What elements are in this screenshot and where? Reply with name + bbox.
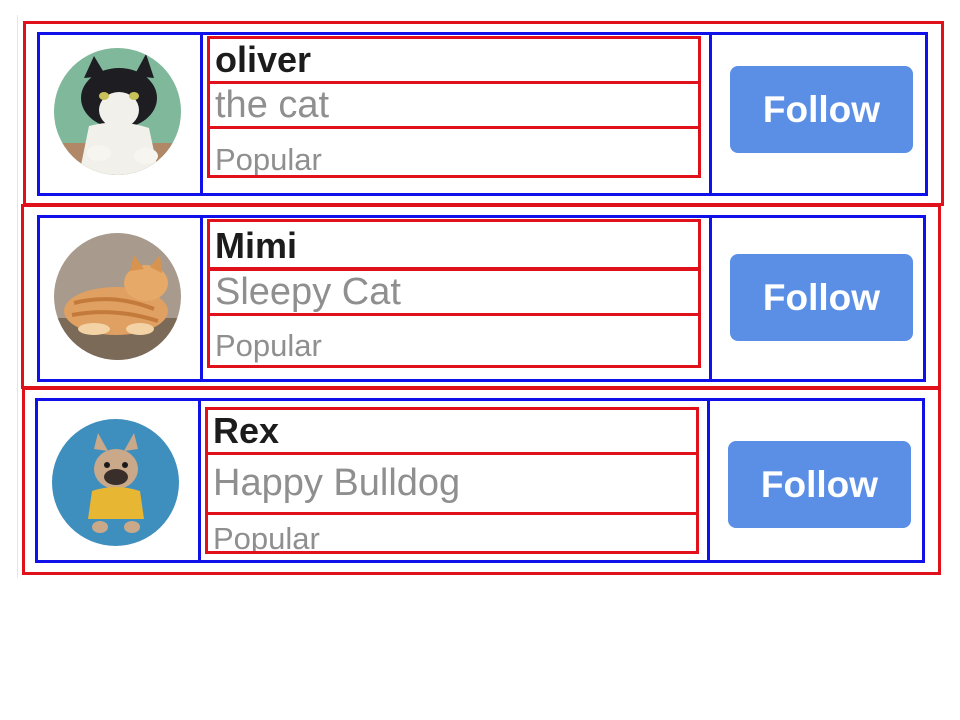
user-info: Rex Happy Bulldog Popular — [201, 401, 710, 560]
avatar-column — [38, 401, 201, 560]
user-subtitle: Happy Bulldog — [213, 462, 461, 504]
follow-button[interactable]: Follow — [730, 66, 913, 153]
user-subtitle: the cat — [215, 84, 330, 126]
user-subtitle-row: Happy Bulldog — [205, 452, 699, 515]
user-badge-row: Popular — [205, 512, 699, 554]
follow-button[interactable]: Follow — [728, 441, 911, 528]
user-name-row: Mimi — [207, 219, 701, 271]
user-subtitle-row: Sleepy Cat — [207, 267, 701, 316]
cat-photo-icon — [54, 48, 181, 175]
dog-photo-icon — [52, 419, 179, 546]
follow-button[interactable]: Follow — [730, 254, 913, 341]
user-badge-row: Popular — [207, 126, 701, 178]
user-name-row: Rex — [205, 407, 699, 455]
user-card-content: oliver the cat Popular Follow — [37, 32, 928, 196]
user-list: oliver the cat Popular Follow Mimi Sleep… — [17, 15, 944, 578]
popular-badge: Popular — [215, 328, 322, 363]
user-card-content: Rex Happy Bulldog Popular Follow — [35, 398, 925, 563]
user-subtitle: Sleepy Cat — [215, 271, 401, 313]
avatar — [54, 233, 181, 360]
user-name: Rex — [213, 410, 280, 451]
user-card: Rex Happy Bulldog Popular Follow — [22, 387, 941, 575]
avatar — [54, 48, 181, 175]
action-column: Follow — [710, 401, 922, 560]
user-card: Mimi Sleepy Cat Popular Follow — [21, 204, 941, 389]
action-column: Follow — [712, 35, 925, 193]
user-info: Mimi Sleepy Cat Popular — [203, 218, 712, 379]
popular-badge: Popular — [215, 142, 322, 177]
action-column: Follow — [712, 218, 923, 379]
user-info: oliver the cat Popular — [203, 35, 712, 193]
user-card-content: Mimi Sleepy Cat Popular Follow — [37, 215, 926, 382]
user-name: oliver — [215, 39, 312, 80]
avatar-column — [40, 218, 203, 379]
avatar — [52, 419, 179, 546]
user-badge-row: Popular — [207, 313, 701, 368]
user-card: oliver the cat Popular Follow — [23, 21, 944, 206]
user-name-row: oliver — [207, 36, 701, 84]
avatar-column — [40, 35, 203, 193]
cat-photo-icon — [54, 233, 181, 360]
user-name: Mimi — [215, 225, 298, 266]
user-subtitle-row: the cat — [207, 81, 701, 129]
popular-badge: Popular — [213, 521, 320, 554]
